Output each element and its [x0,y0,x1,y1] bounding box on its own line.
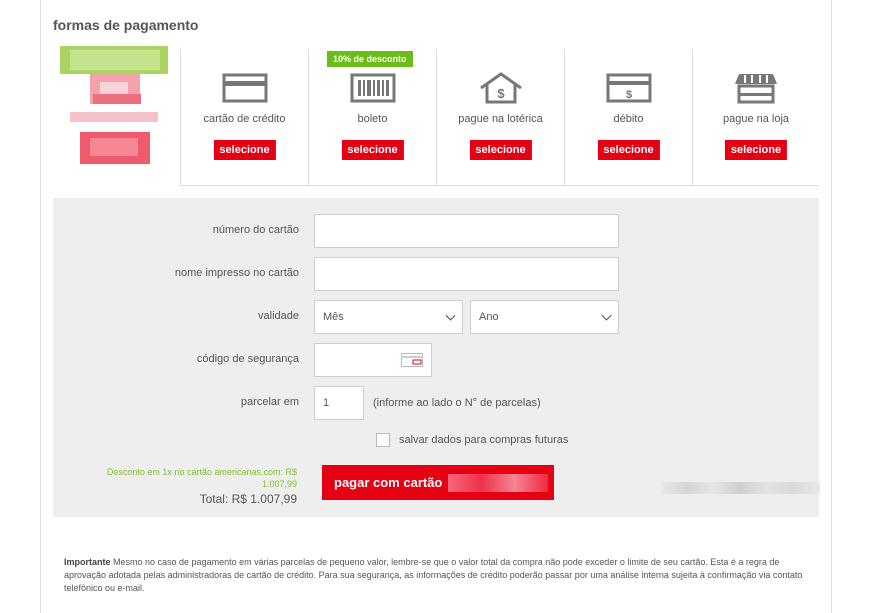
select-boleto-button[interactable]: selecione [341,140,404,160]
installments-input[interactable]: 1 [314,386,364,420]
payment-tab-label: débito [613,113,644,125]
payment-tab-boleto[interactable]: boleto selecione [308,49,436,185]
payment-tab-credit-card[interactable]: cartão de crédito selecione [180,49,308,185]
year-select[interactable]: Ano [470,300,619,334]
redacted-security-seal [660,482,820,494]
year-select-value: Ano [479,311,499,323]
chevron-down-icon [601,310,612,321]
discount-info: Desconto em 1x no cartão americanas.com:… [106,467,297,489]
payment-tab-lottery[interactable]: $ pague na lotérica selecione [436,49,564,185]
month-select-value: Mês [323,311,344,323]
save-data-checkbox[interactable] [376,433,390,447]
card-name-label: nome impresso no cartão [174,267,299,279]
notice-heading: Importante [64,557,111,567]
redacted-card-brand [448,473,549,492]
select-credit-card-button[interactable]: selecione [213,140,276,160]
card-number-input[interactable] [314,214,619,248]
credit-card-form: número do cartão nome impresso no cartão… [53,198,819,517]
card-cvv-icon [401,353,423,367]
payment-tab-store[interactable]: pague na loja selecione [692,49,819,185]
page-title: formas de pagamento [53,17,199,33]
debit-card-icon: $ [606,73,651,103]
discount-badge: 10% de desconto [327,51,413,67]
month-select[interactable]: Mês [314,300,463,334]
card-name-input[interactable] [314,257,619,291]
payment-tab-label: pague na loja [722,113,790,125]
installments-label: parcelar em [240,396,299,408]
barcode-icon [350,73,395,103]
select-debit-button[interactable]: selecione [597,140,660,160]
pay-button-label: pagar com cartão [334,475,443,490]
payment-tab-label: boleto [357,113,388,125]
payment-methods-tabs: cartão de crédito selecione boleto selec… [180,49,819,186]
svg-text:$: $ [625,89,631,101]
card-brand-logo [55,46,180,176]
credit-card-icon [222,73,267,103]
select-lottery-button[interactable]: selecione [469,140,532,160]
notice-text: Mesmo no caso de pagamento em várias par… [64,557,803,593]
payment-tab-label: cartão de crédito [203,113,286,125]
validity-label: validade [258,310,299,322]
security-code-input[interactable] [314,343,432,377]
save-data-label: salvar dados para compras futuras [399,434,569,446]
svg-text:$: $ [497,86,505,101]
installments-value: 1 [323,397,330,409]
order-total: Total: R$ 1.007,99 [199,492,297,506]
lottery-house-icon: $ [479,72,522,104]
card-number-label: número do cartão [212,224,299,236]
chevron-down-icon [445,310,456,321]
store-icon [735,74,777,104]
installments-hint: (informe ao lado o N° de parcelas) [373,397,541,409]
security-code-label: código de segurança [196,353,299,365]
payment-tab-label: pague na lotérica [458,113,543,125]
pay-with-card-button[interactable]: pagar com cartão [322,465,554,500]
select-store-button[interactable]: selecione [724,140,788,160]
payment-tab-debit[interactable]: $ débito selecione [564,49,692,185]
important-notice: Importante Mesmo no caso de pagamento em… [64,556,804,595]
